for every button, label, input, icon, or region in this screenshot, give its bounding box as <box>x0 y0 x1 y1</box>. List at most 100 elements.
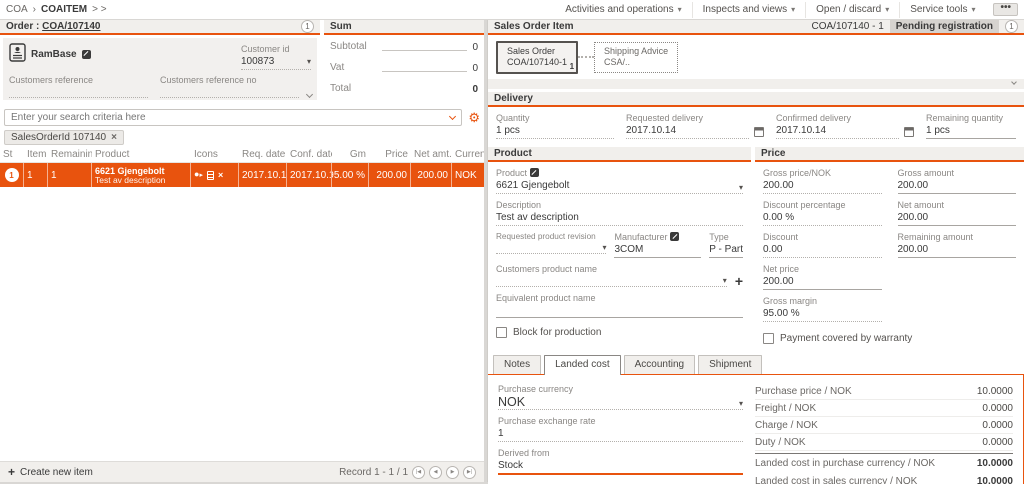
remove-filter-icon[interactable]: × <box>111 132 117 143</box>
block-for-production-label: Block for production <box>513 327 601 338</box>
search-settings-gear-icon[interactable]: ⚙ <box>468 111 480 124</box>
flow-sales-order-node[interactable]: Sales Order COA/107140-1 1 <box>496 41 578 74</box>
row-conf-date: 2017.10.14 <box>287 163 332 187</box>
top-bar: COA › COAITEM > > Activities and operati… <box>0 0 1024 19</box>
status-badge: 1 <box>5 168 19 182</box>
product-section: Product Product 6621 Gjengebolt ▾ Descri… <box>488 147 751 350</box>
status-dot-icon[interactable]: ●▸ <box>194 170 203 180</box>
equivalent-product-name-field[interactable] <box>496 304 743 318</box>
edit-product-icon[interactable] <box>530 168 539 177</box>
col-header-net-amt[interactable]: Net amt. <box>411 149 452 160</box>
customer-card: RamBase Customer id 100873 ▾ Customers r… <box>3 38 317 100</box>
remaining-quantity-field: 1 pcs <box>926 124 1016 139</box>
edit-manufacturer-icon[interactable] <box>670 232 679 241</box>
requested-product-revision-field[interactable]: ▾ <box>496 243 606 254</box>
tab-shipment[interactable]: Shipment <box>698 355 762 374</box>
next-page-button[interactable]: ▶ <box>446 466 459 479</box>
col-header-product[interactable]: Product <box>92 149 191 160</box>
chevron-down-icon[interactable]: ▾ <box>723 276 727 286</box>
menu-inspects-and-views[interactable]: Inspects and views ▾ <box>692 2 806 18</box>
breadcrumb-current[interactable]: COAITEM <box>41 4 87 15</box>
purchase-currency-field[interactable]: NOK ▾ <box>498 395 743 410</box>
collapse-flow-chevron-icon[interactable] <box>1011 79 1017 85</box>
first-page-button[interactable]: |◀ <box>412 466 425 479</box>
discount-percentage-field[interactable]: 0.00 % <box>763 211 882 226</box>
col-header-icons[interactable]: Icons <box>191 149 239 160</box>
tab-notes[interactable]: Notes <box>493 355 541 374</box>
order-items-panel: Order : COA/107140 1 RamBase Customer i <box>0 20 484 482</box>
quantity-field[interactable]: 1 pcs <box>496 124 614 139</box>
description-field[interactable]: Test av description <box>496 211 743 226</box>
chevron-down-icon[interactable]: ▾ <box>602 243 606 253</box>
net-price-field: 200.00 <box>763 275 882 290</box>
customer-id-field[interactable]: 100873 ▾ <box>241 55 311 70</box>
discount-field[interactable]: 0.00 <box>763 243 882 258</box>
col-header-item[interactable]: Item <box>24 149 48 160</box>
search-input[interactable] <box>4 109 462 126</box>
calendar-icon[interactable] <box>754 127 764 137</box>
delivery-section-header: Delivery <box>488 92 1024 107</box>
gross-amount-field: 200.00 <box>898 179 1017 194</box>
top-menus: Activities and operations ▾ Inspects and… <box>555 2 1018 18</box>
last-page-button[interactable]: ▶| <box>463 466 476 479</box>
col-header-gm[interactable]: Gm <box>332 149 369 160</box>
row-product-description: Test av description <box>95 176 187 185</box>
price-section: Price Gross price/NOK 200.00 Discount pe… <box>755 147 1024 350</box>
filter-chip-salesorderid[interactable]: SalesOrderId 107140 × <box>4 130 124 145</box>
duty-row: Duty / NOK 0.0000 <box>755 434 1013 451</box>
menu-open-discard[interactable]: Open / discard ▾ <box>805 2 899 18</box>
chevron-down-icon[interactable]: ▾ <box>307 55 311 69</box>
col-header-req-date[interactable]: Req. date <box>239 149 287 160</box>
menu-activities-and-operations[interactable]: Activities and operations ▾ <box>555 2 691 18</box>
prev-page-button[interactable]: ◀ <box>429 466 442 479</box>
calendar-icon[interactable] <box>904 127 914 137</box>
breadcrumb-root[interactable]: COA <box>6 4 28 15</box>
col-header-currency[interactable]: Currency <box>452 149 484 160</box>
customers-reference-field[interactable] <box>9 86 148 98</box>
col-header-conf-date[interactable]: Conf. date <box>287 149 332 160</box>
delete-item-icon[interactable]: × <box>218 171 223 180</box>
chevron-down-icon[interactable]: ▾ <box>739 399 743 409</box>
tab-landed-cost[interactable]: Landed cost <box>544 355 621 375</box>
col-header-st[interactable]: St <box>0 149 24 160</box>
manufacturer-field[interactable]: 3COM <box>614 243 701 258</box>
items-footer: + Create new item Record 1 - 1 / 1 |◀ ◀ … <box>0 461 484 482</box>
chevron-down-icon: ▾ <box>971 5 975 14</box>
tab-accounting[interactable]: Accounting <box>624 355 695 374</box>
order-link[interactable]: COA/107140 <box>42 21 100 32</box>
net-price-label: Net price <box>763 263 882 275</box>
block-for-production-checkbox[interactable] <box>496 327 507 338</box>
derived-from-field[interactable]: Stock <box>498 459 743 475</box>
add-customers-product-icon[interactable]: + <box>735 275 743 287</box>
customer-id-label: Customer id <box>241 43 311 55</box>
sum-subtotal-row: Subtotal 0 <box>330 41 478 53</box>
order-panel-header: Order : COA/107140 1 <box>0 20 320 35</box>
customer-card-icon <box>9 43 26 65</box>
chevron-down-icon[interactable]: ▾ <box>739 183 743 193</box>
customer-name[interactable]: RamBase <box>31 49 77 60</box>
flow-shipping-advice-node[interactable]: Shipping Advice CSA/.. <box>594 42 678 73</box>
customers-reference-label: Customers reference <box>9 74 148 86</box>
confirmed-delivery-field[interactable]: 2017.10.14 <box>776 124 899 139</box>
breadcrumb: COA › COAITEM > > <box>6 4 107 15</box>
status-badge: Pending registration <box>890 20 999 33</box>
more-options-button[interactable]: ••• <box>993 3 1018 16</box>
document-icon[interactable] <box>207 171 214 180</box>
table-row-selected[interactable]: 1 1 1 6621 Gjengebolt Test av descriptio… <box>0 163 484 187</box>
menu-service-tools[interactable]: Service tools ▾ <box>899 2 985 18</box>
gross-margin-field[interactable]: 95.00 % <box>763 307 882 322</box>
customers-reference-no-field[interactable] <box>160 86 299 98</box>
customers-product-name-field[interactable]: ▾ <box>496 276 727 287</box>
col-header-remaining[interactable]: Remaining <box>48 149 92 160</box>
purchase-exchange-rate-field[interactable]: 1 <box>498 427 743 442</box>
col-header-price[interactable]: Price <box>369 149 411 160</box>
sales-order-item-panel: Sales Order Item COA/107140 - 1 Pending … <box>487 20 1024 482</box>
gross-margin-label: Gross margin <box>763 295 882 307</box>
order-title: Order : <box>6 21 39 32</box>
edit-customer-icon[interactable] <box>82 50 91 59</box>
requested-delivery-field[interactable]: 2017.10.14 <box>626 124 749 139</box>
gross-price-field[interactable]: 200.00 <box>763 179 882 194</box>
create-new-item-button[interactable]: + Create new item <box>8 465 93 479</box>
payment-covered-by-warranty-checkbox[interactable] <box>763 333 774 344</box>
product-field[interactable]: 6621 Gjengebolt ▾ <box>496 179 743 194</box>
